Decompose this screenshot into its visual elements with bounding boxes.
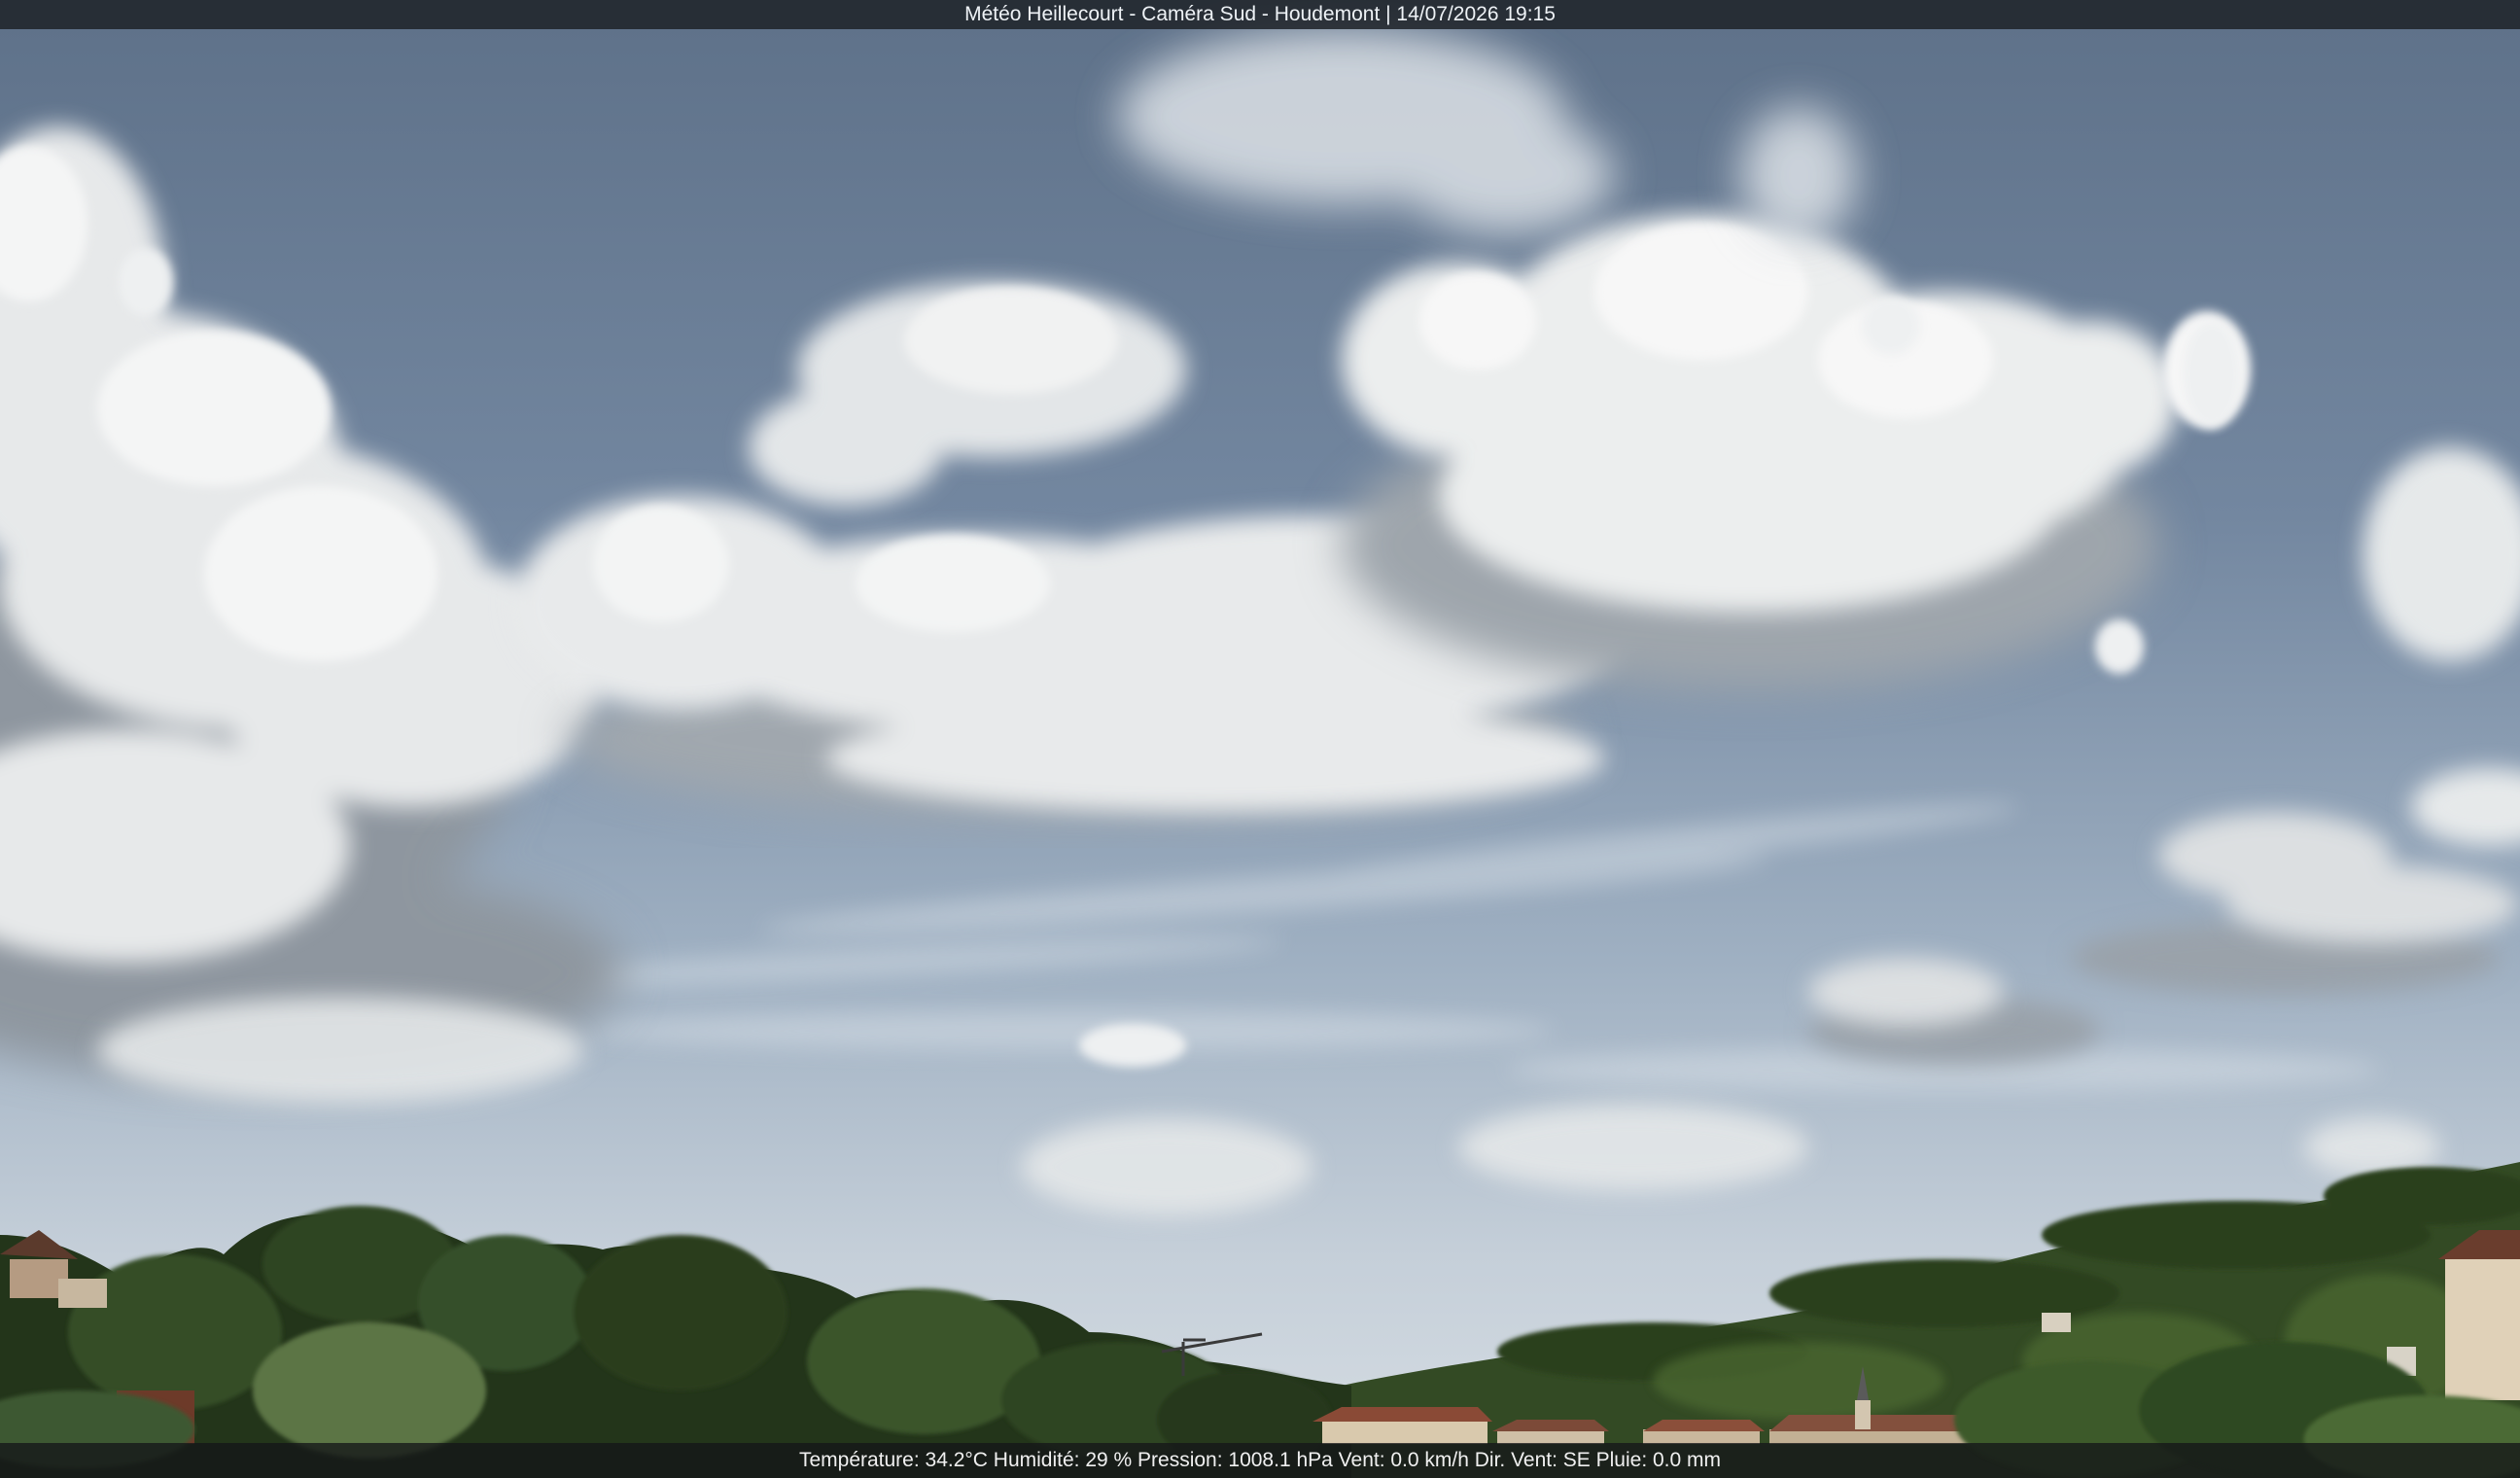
weather-readings: Température: 34.2°C Humidité: 29 % Press… [798,1449,1722,1471]
camera-title-bar: Météo Heillecourt - Caméra Sud - Houdemo… [0,0,2520,29]
camera-title: Météo Heillecourt - Caméra Sud - Houdemo… [964,3,1556,25]
weather-readings-bar: Température: 34.2°C Humidité: 29 % Press… [0,1443,2520,1478]
webcam-scene [0,0,2520,1478]
